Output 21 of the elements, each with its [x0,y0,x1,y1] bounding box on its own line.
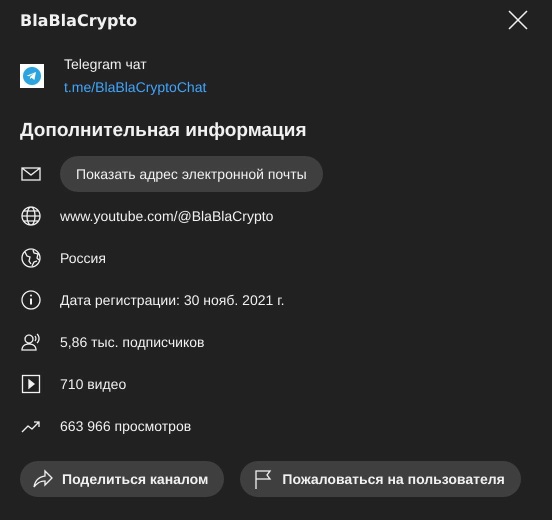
earth-icon [20,247,42,269]
info-icon [20,289,42,311]
detail-text: www.youtube.com/@BlaBlaCrypto [60,208,274,224]
play-icon [20,373,42,395]
detail-text: Россия [60,250,106,266]
detail-text: 663 966 просмотров [60,418,192,434]
show-email-button[interactable]: Показать адрес электронной почты [60,156,323,192]
telegram-icon [20,64,44,88]
link-title: Telegram чат [64,56,148,72]
report-button[interactable]: Пожаловаться на пользователя [240,461,521,497]
people-icon [20,331,42,353]
detail-text: Дата регистрации: 30 нояб. 2021 г. [60,292,284,308]
globe-icon [20,205,42,227]
close-icon[interactable] [508,10,528,30]
channel-title: BlaBlaCrypto [20,10,138,30]
telegram-link[interactable]: t.me/BlaBlaCryptoChat [64,79,206,95]
detail-text: 710 видео [60,376,126,392]
share-button[interactable]: Поделиться каналом [20,461,224,497]
section-heading: Дополнительная информация [20,120,308,142]
detail-text: 5,86 тыс. подписчиков [60,334,204,350]
share-icon [32,468,54,490]
